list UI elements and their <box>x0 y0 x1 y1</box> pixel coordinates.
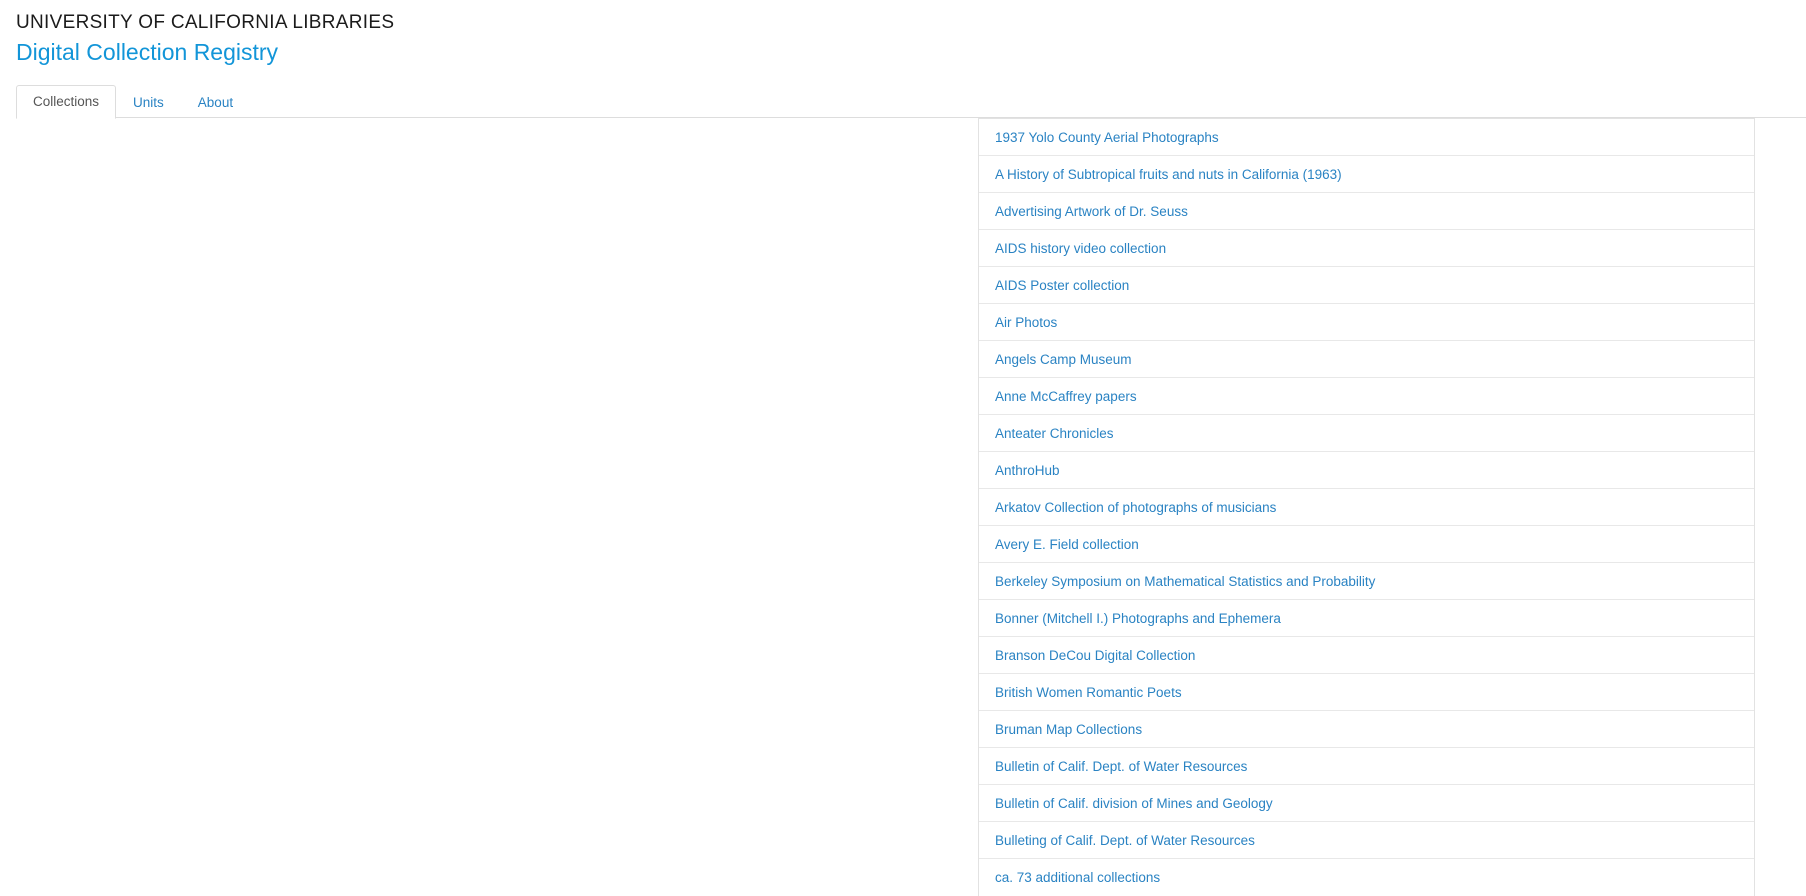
tab-list: Collections Units About <box>16 84 250 119</box>
tab-collections[interactable]: Collections <box>16 85 117 119</box>
collection-row[interactable]: AIDS Poster collection <box>979 266 1754 304</box>
collection-row[interactable]: Bulletin of Calif. Dept. of Water Resour… <box>979 747 1754 785</box>
collection-row[interactable]: Air Photos <box>979 303 1754 341</box>
tab-about[interactable]: About <box>181 86 250 119</box>
collection-link[interactable]: AIDS history video collection <box>995 241 1166 256</box>
collection-link[interactable]: Branson DeCou Digital Collection <box>995 648 1195 663</box>
collection-link[interactable]: A History of Subtropical fruits and nuts… <box>995 167 1342 182</box>
collection-link[interactable]: Bulletin of Calif. division of Mines and… <box>995 796 1273 811</box>
collection-link[interactable]: AIDS Poster collection <box>995 278 1129 293</box>
collection-link[interactable]: Berkeley Symposium on Mathematical Stati… <box>995 574 1375 589</box>
collection-row[interactable]: Advertising Artwork of Dr. Seuss <box>979 192 1754 230</box>
tab-bar: Collections Units About <box>0 84 1806 119</box>
collection-row[interactable]: Avery E. Field collection <box>979 525 1754 563</box>
collection-link[interactable]: Bulletin of Calif. Dept. of Water Resour… <box>995 759 1247 774</box>
collection-row[interactable]: Bulleting of Calif. Dept. of Water Resou… <box>979 821 1754 859</box>
collection-row[interactable]: A History of Subtropical fruits and nuts… <box>979 155 1754 193</box>
collection-list: 1937 Yolo County Aerial Photographs A His… <box>978 117 1755 896</box>
collection-row[interactable]: Anteater Chronicles <box>979 414 1754 452</box>
page-title: Digital Collection Registry <box>16 38 279 65</box>
collection-row[interactable]: Bulletin of Calif. division of Mines and… <box>979 784 1754 822</box>
collection-link[interactable]: Avery E. Field collection <box>995 537 1139 552</box>
masthead: UNIVERSITY OF CALIFORNIA LIBRARIES Digit… <box>0 0 1806 67</box>
collection-link[interactable]: Air Photos <box>995 315 1057 330</box>
collection-link[interactable]: 1937 Yolo County Aerial Photographs <box>995 130 1219 145</box>
collection-row[interactable]: Branson DeCou Digital Collection <box>979 636 1754 674</box>
collection-link[interactable]: Bulleting of Calif. Dept. of Water Resou… <box>995 833 1255 848</box>
collection-link[interactable]: Bruman Map Collections <box>995 722 1142 737</box>
collection-row[interactable]: Bruman Map Collections <box>979 710 1754 748</box>
collection-row[interactable]: 1937 Yolo County Aerial Photographs <box>979 118 1754 156</box>
collection-link[interactable]: Bonner (Mitchell I.) Photographs and Eph… <box>995 611 1281 626</box>
collection-link[interactable]: Angels Camp Museum <box>995 352 1132 367</box>
collection-link[interactable]: Anteater Chronicles <box>995 426 1114 441</box>
collection-row[interactable]: Bonner (Mitchell I.) Photographs and Eph… <box>979 599 1754 637</box>
collection-row[interactable]: British Women Romantic Poets <box>979 673 1754 711</box>
tab-units[interactable]: Units <box>116 86 181 119</box>
collection-link[interactable]: British Women Romantic Poets <box>995 685 1182 700</box>
collection-row[interactable]: Anne McCaffrey papers <box>979 377 1754 415</box>
collection-row[interactable]: AIDS history video collection <box>979 229 1754 267</box>
collection-link[interactable]: Advertising Artwork of Dr. Seuss <box>995 204 1188 219</box>
collection-link[interactable]: Arkatov Collection of photographs of mus… <box>995 500 1276 515</box>
left-pane <box>0 118 960 838</box>
collection-link[interactable]: ca. 73 additional collections <box>995 870 1160 885</box>
collection-row[interactable]: ca. 73 additional collections <box>979 858 1754 896</box>
collection-row[interactable]: AnthroHub <box>979 451 1754 489</box>
organization-title: UNIVERSITY OF CALIFORNIA LIBRARIES <box>16 12 395 33</box>
collection-row[interactable]: Berkeley Symposium on Mathematical Stati… <box>979 562 1754 600</box>
collection-row[interactable]: Angels Camp Museum <box>979 340 1754 378</box>
collection-row[interactable]: Arkatov Collection of photographs of mus… <box>979 488 1754 526</box>
collection-link[interactable]: AnthroHub <box>995 463 1060 478</box>
collection-link[interactable]: Anne McCaffrey papers <box>995 389 1137 404</box>
